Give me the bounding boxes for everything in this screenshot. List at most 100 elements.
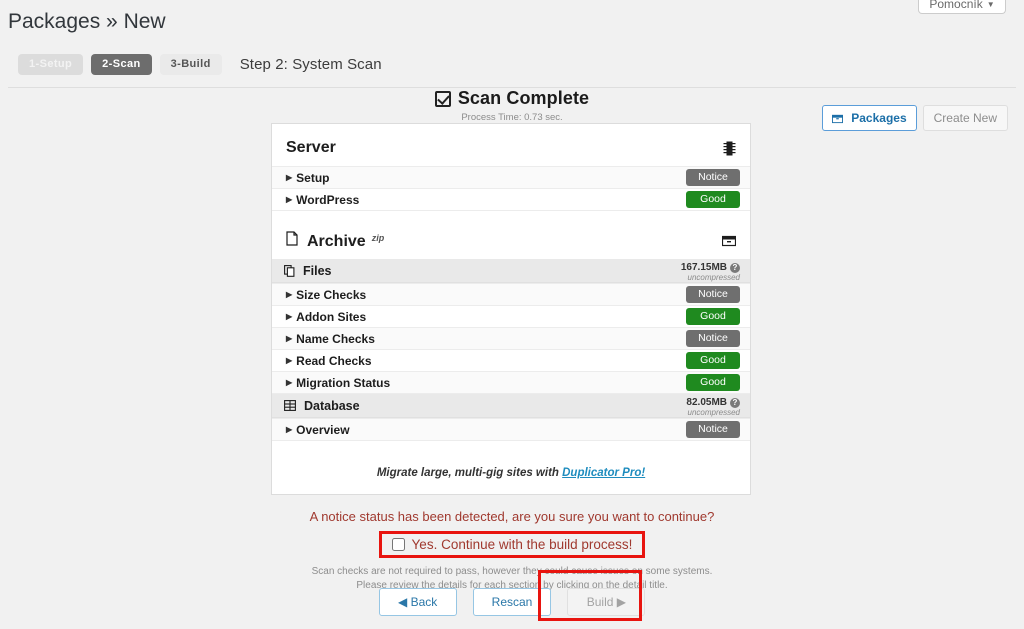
promo-text: Migrate large, multi-gig sites with Dupl…	[272, 467, 750, 479]
row-label: Read Checks	[296, 353, 372, 368]
row-label: Migration Status	[296, 375, 391, 390]
step-heading: Step 2: System Scan	[239, 56, 382, 73]
row-label: Addon Sites	[296, 309, 367, 324]
consent-checkbox[interactable]	[391, 538, 405, 551]
status-badge: Good	[686, 352, 740, 369]
chevron-right-icon: ▶	[286, 378, 293, 387]
chevron-down-icon: ▼	[986, 0, 995, 9]
consent-checkbox-group[interactable]: Yes. Continue with the build process!	[378, 531, 646, 558]
table-row[interactable]: ▶ Read Checks Good	[272, 350, 750, 372]
scan-process-time: Process Time: 0.73 sec.	[461, 111, 563, 123]
table-row[interactable]: ▶ Migration Status Good	[272, 372, 750, 394]
group-size-value-row: 167.15MB ?	[681, 263, 740, 274]
database-table-icon	[284, 400, 296, 411]
chevron-right-icon: ▶	[286, 173, 293, 182]
row-label: Size Checks	[296, 287, 367, 302]
section-header-server: Server	[272, 130, 750, 166]
help-icon[interactable]: ?	[730, 263, 740, 274]
table-row[interactable]: ▶ Overview Notice	[272, 419, 750, 441]
chevron-right-icon: ▶	[286, 425, 293, 434]
group-size-value: 167.15MB	[680, 262, 727, 274]
files-copy-icon	[284, 264, 295, 277]
status-badge: Notice	[686, 330, 740, 347]
server-rows: ▶ Setup Notice ▶ WordPress Good	[272, 166, 750, 211]
page-title: Packages » New	[8, 10, 166, 33]
action-buttons: ◀ Back Rescan Build ▶	[0, 588, 1024, 617]
step-setup[interactable]: 1-Setup	[18, 54, 84, 75]
group-row-database[interactable]: Database 82.05MB ? uncompressed	[272, 394, 750, 418]
group-size-database: 82.05MB ? uncompressed	[686, 394, 740, 417]
row-title-wordpress: ▶ WordPress	[286, 193, 359, 207]
group-row-files[interactable]: Files 167.15MB ? uncompressed	[272, 259, 750, 283]
row-title-migration-status: ▶ Migration Status	[286, 376, 390, 390]
group-title-database: Database	[284, 399, 360, 413]
section-title-archive: Archive zip	[286, 231, 384, 251]
chevron-right-icon: ▶	[286, 290, 293, 299]
row-title-size-checks: ▶ Size Checks	[286, 288, 366, 302]
table-row[interactable]: ▶ WordPress Good	[272, 189, 750, 211]
row-title-setup: ▶ Setup	[286, 171, 330, 185]
group-size-note: uncompressed	[687, 407, 740, 417]
chevron-right-icon: ▶	[286, 312, 293, 321]
group-label: Files	[303, 263, 332, 278]
notice-block: A notice status has been detected, are y…	[0, 509, 1024, 592]
status-badge: Good	[686, 191, 740, 208]
archive-box-icon	[722, 235, 736, 247]
section-title-server-text: Server	[286, 139, 336, 156]
duplicator-pro-link[interactable]: Duplicator Pro!	[562, 467, 645, 479]
step-scan[interactable]: 2-Scan	[91, 54, 152, 75]
row-label: Overview	[296, 422, 350, 437]
build-button[interactable]: Build ▶	[567, 588, 646, 617]
step-bar: 1-Setup 2-Scan 3-Build Step 2: System Sc…	[0, 50, 1024, 131]
chevron-right-icon: ▶	[286, 356, 293, 365]
row-title-name-checks: ▶ Name Checks	[286, 332, 375, 346]
notice-question: A notice status has been detected, are y…	[309, 509, 715, 524]
status-badge: Notice	[686, 286, 740, 303]
group-size-value-row: 82.05MB ?	[686, 398, 740, 409]
status-badge: Good	[686, 374, 740, 391]
table-row[interactable]: ▶ Setup Notice	[272, 167, 750, 189]
table-row[interactable]: ▶ Addon Sites Good	[272, 306, 750, 328]
consent-label: Yes. Continue with the build process!	[411, 537, 633, 552]
help-icon[interactable]: ?	[730, 398, 740, 409]
chevron-right-icon: ▶	[286, 334, 293, 343]
files-rows: ▶ Size Checks Notice ▶ Addon Sites Good …	[272, 283, 750, 394]
step-list: 1-Setup 2-Scan 3-Build Step 2: System Sc…	[18, 54, 382, 75]
scan-results-card: Server ▶ Setup Notice ▶ WordPress Good A…	[271, 123, 751, 495]
help-tab[interactable]: Pomocník ▼	[918, 0, 1006, 14]
group-label: Database	[304, 398, 360, 413]
row-title-addon-sites: ▶ Addon Sites	[286, 310, 366, 324]
file-icon	[286, 231, 298, 246]
step-build[interactable]: 3-Build	[159, 54, 222, 75]
chevron-right-icon: ▶	[286, 195, 293, 204]
archive-format-label: zip	[371, 233, 385, 243]
status-badge: Notice	[686, 169, 740, 186]
back-button[interactable]: ◀ Back	[378, 588, 457, 617]
scan-status-title-row: Scan Complete	[434, 88, 590, 109]
row-title-overview: ▶ Overview	[286, 423, 350, 437]
row-label: WordPress	[296, 192, 360, 207]
section-title-server: Server	[286, 139, 336, 157]
group-size-value: 82.05MB	[686, 397, 727, 409]
table-row[interactable]: ▶ Name Checks Notice	[272, 328, 750, 350]
status-badge: Good	[686, 308, 740, 325]
group-size-note: uncompressed	[687, 272, 740, 282]
database-rows: ▶ Overview Notice	[272, 418, 750, 441]
scan-status-header: Scan Complete Process Time: 0.73 sec.	[0, 88, 1024, 123]
checkbox-check-icon	[434, 90, 451, 107]
row-title-read-checks: ▶ Read Checks	[286, 354, 372, 368]
scan-status-title: Scan Complete	[457, 88, 590, 108]
table-row[interactable]: ▶ Size Checks Notice	[272, 284, 750, 306]
section-title-archive-text: Archive	[307, 233, 366, 250]
rescan-button[interactable]: Rescan	[472, 588, 552, 617]
server-chip-icon	[723, 141, 736, 155]
status-badge: Notice	[686, 421, 740, 438]
section-header-archive: Archive zip	[272, 223, 750, 259]
group-title-files: Files	[284, 264, 332, 278]
promo-label: Migrate large, multi-gig sites with	[376, 467, 563, 479]
row-label: Setup	[296, 170, 330, 185]
help-tab-label: Pomocník	[929, 0, 983, 11]
fineprint-line-1: Scan checks are not required to pass, ho…	[311, 566, 713, 577]
group-size-files: 167.15MB ? uncompressed	[681, 259, 740, 282]
row-label: Name Checks	[296, 331, 375, 346]
